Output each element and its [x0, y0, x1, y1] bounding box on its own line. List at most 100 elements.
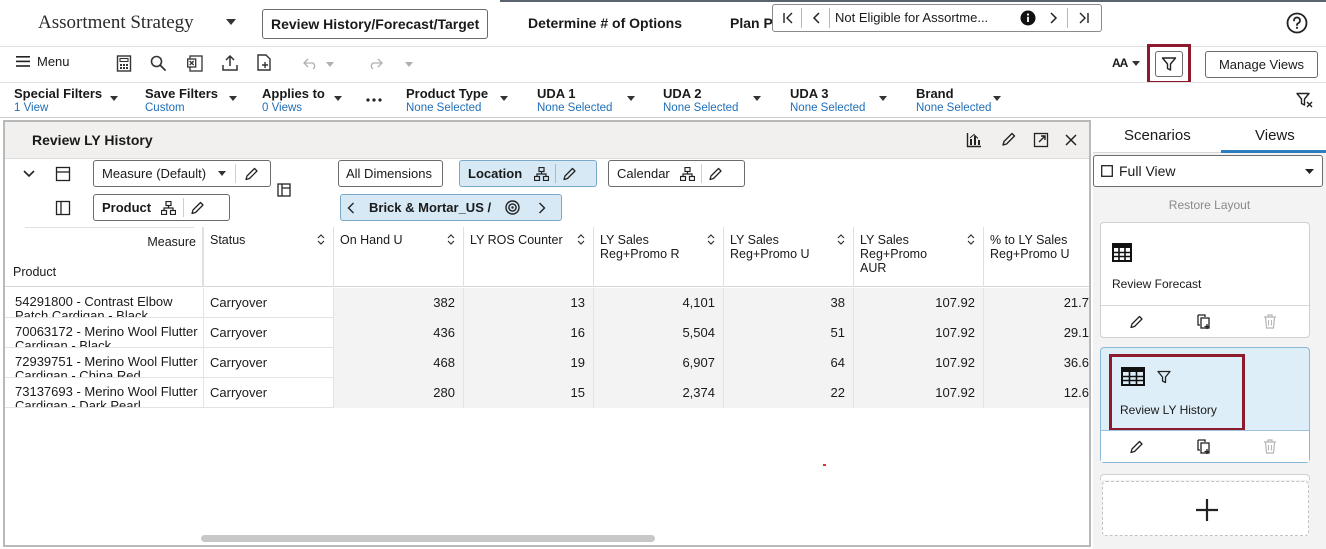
- filter-brand-dropdown-icon[interactable]: [993, 96, 1001, 101]
- filter-product-type-dropdown-icon[interactable]: [500, 96, 508, 101]
- measure-edit-icon[interactable]: [244, 167, 258, 181]
- col-header-aur[interactable]: LY Sales Reg+Promo AUR: [853, 227, 983, 287]
- product-hierarchy-icon[interactable]: [161, 200, 177, 215]
- col-header-sales-u[interactable]: LY Sales Reg+Promo U: [723, 227, 853, 287]
- manage-views-button[interactable]: Manage Views: [1205, 51, 1318, 78]
- row-on-hand[interactable]: 468: [333, 348, 463, 378]
- chart-icon[interactable]: [966, 132, 982, 148]
- edit-pencil-icon[interactable]: [1001, 132, 1016, 147]
- table-row[interactable]: 70063172 - Merino Wool Flutter Cardigan …: [5, 318, 1089, 348]
- undo-dropdown-icon[interactable]: [326, 62, 334, 67]
- row-on-hand[interactable]: 280: [333, 378, 463, 408]
- add-view-button[interactable]: [1102, 481, 1309, 536]
- sort-icon[interactable]: [577, 234, 585, 245]
- row-sales-u[interactable]: 64: [723, 348, 853, 378]
- edit-pencil-icon[interactable]: [1129, 315, 1143, 329]
- next-page-icon[interactable]: [1043, 5, 1065, 31]
- table-row[interactable]: 54291800 - Contrast Elbow Patch Cardigan…: [5, 288, 1089, 318]
- search-icon[interactable]: [150, 55, 166, 71]
- filter-product-type[interactable]: Product Type None Selected: [406, 86, 488, 115]
- more-filters-icon[interactable]: [366, 98, 382, 102]
- col-header-pct-ly[interactable]: % to LY Sales Reg+Promo U: [983, 227, 1089, 287]
- all-dimensions-button[interactable]: All Dimensions: [338, 160, 443, 187]
- row-aur[interactable]: 107.92: [853, 288, 983, 318]
- row-sales-u[interactable]: 51: [723, 318, 853, 348]
- sort-icon[interactable]: [837, 234, 845, 245]
- measure-selector[interactable]: Measure (Default): [93, 160, 271, 187]
- filter-uda2[interactable]: UDA 2 None Selected: [663, 86, 738, 115]
- duplicate-icon[interactable]: [1196, 439, 1212, 455]
- filter-uda3-dropdown-icon[interactable]: [879, 96, 887, 101]
- row-ros[interactable]: 16: [463, 318, 593, 348]
- row-sales-r[interactable]: 2,374: [593, 378, 723, 408]
- duplicate-icon[interactable]: [1196, 314, 1212, 330]
- sort-icon[interactable]: [317, 234, 325, 245]
- row-pct[interactable]: 29.1: [983, 318, 1089, 348]
- row-sales-u[interactable]: 22: [723, 378, 853, 408]
- view-select[interactable]: Full View: [1093, 155, 1323, 187]
- app-title[interactable]: Assortment Strategy: [38, 12, 194, 34]
- row-sales-r[interactable]: 6,907: [593, 348, 723, 378]
- product-selector[interactable]: Product: [93, 194, 230, 221]
- table-row[interactable]: 72939751 - Merino Wool Flutter Cardigan …: [5, 348, 1089, 378]
- row-sales-u[interactable]: 38: [723, 288, 853, 318]
- location-prev-icon[interactable]: [347, 202, 355, 214]
- row-sales-r[interactable]: 5,504: [593, 318, 723, 348]
- table-row[interactable]: 73137693 - Merino Wool Flutter Cardigan …: [5, 378, 1089, 408]
- info-icon[interactable]: [1017, 5, 1039, 31]
- checkbox-icon[interactable]: [1101, 165, 1113, 177]
- col-header-sales-r[interactable]: LY Sales Reg+Promo R: [593, 227, 723, 287]
- row-aur[interactable]: 107.92: [853, 318, 983, 348]
- filter-save-dropdown-icon[interactable]: [229, 96, 237, 101]
- tab-determine-options[interactable]: Determine # of Options: [520, 9, 690, 39]
- close-icon[interactable]: [1065, 134, 1077, 146]
- tab-review-history[interactable]: Review History/Forecast/Target: [262, 9, 489, 39]
- filter-uda1-dropdown-icon[interactable]: [627, 96, 635, 101]
- last-page-icon[interactable]: [1071, 5, 1097, 31]
- swap-axes-icon[interactable]: [277, 183, 291, 197]
- calculator-icon[interactable]: [116, 55, 132, 72]
- row-on-hand[interactable]: 382: [333, 288, 463, 318]
- pager-current-item[interactable]: Not Eligible for Assortme...: [835, 10, 988, 25]
- row-pct[interactable]: 21.7: [983, 288, 1089, 318]
- sort-icon[interactable]: [447, 234, 455, 245]
- location-edit-icon[interactable]: [562, 167, 576, 181]
- filter-special-dropdown-icon[interactable]: [110, 96, 118, 101]
- app-title-dropdown-icon[interactable]: [226, 19, 236, 25]
- first-page-icon[interactable]: [777, 5, 799, 31]
- tab-views[interactable]: Views: [1255, 127, 1295, 144]
- filter-brand[interactable]: Brand None Selected: [916, 86, 991, 115]
- previous-page-icon[interactable]: [805, 5, 827, 31]
- location-selector[interactable]: Location: [459, 160, 597, 187]
- new-document-icon[interactable]: [256, 54, 272, 72]
- filter-uda2-dropdown-icon[interactable]: [753, 96, 761, 101]
- calendar-edit-icon[interactable]: [708, 167, 722, 181]
- tab-scenarios[interactable]: Scenarios: [1124, 127, 1191, 144]
- target-icon[interactable]: [505, 200, 520, 215]
- row-pct[interactable]: 12.6: [983, 378, 1089, 408]
- row-sales-r[interactable]: 4,101: [593, 288, 723, 318]
- row-ros[interactable]: 13: [463, 288, 593, 318]
- col-header-on-hand[interactable]: On Hand U: [333, 227, 463, 287]
- calendar-selector[interactable]: Calendar: [608, 160, 745, 187]
- filter-uda3[interactable]: UDA 3 None Selected: [790, 86, 865, 115]
- filter-applies-dropdown-icon[interactable]: [334, 96, 342, 101]
- redo-dropdown-icon[interactable]: [405, 62, 413, 67]
- expand-icon[interactable]: [1033, 132, 1049, 148]
- upload-icon[interactable]: [221, 54, 239, 72]
- edit-pencil-icon[interactable]: [1129, 440, 1143, 454]
- location-value[interactable]: Brick & Mortar_US /: [369, 200, 491, 215]
- redo-icon[interactable]: [366, 56, 384, 70]
- sort-icon[interactable]: [707, 234, 715, 245]
- view-card-review-forecast[interactable]: Review Forecast: [1100, 222, 1310, 338]
- filter-applies-to[interactable]: Applies to 0 Views: [262, 86, 325, 115]
- menu-button[interactable]: Menu: [16, 54, 70, 69]
- location-hierarchy-icon[interactable]: [534, 166, 550, 181]
- excel-export-icon[interactable]: [187, 55, 203, 72]
- filter-special[interactable]: Special Filters 1 View: [14, 86, 102, 115]
- location-next-icon[interactable]: [538, 202, 546, 214]
- view-card-review-ly-history[interactable]: Review LY History: [1100, 347, 1310, 463]
- col-header-ros-counter[interactable]: LY ROS Counter: [463, 227, 593, 287]
- row-aur[interactable]: 107.92: [853, 378, 983, 408]
- row-layout-icon[interactable]: [55, 166, 71, 182]
